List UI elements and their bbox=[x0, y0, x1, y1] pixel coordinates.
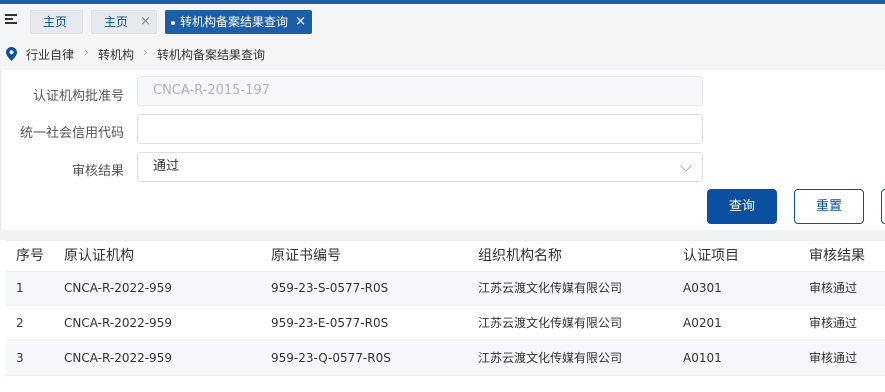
tab-label: 主页 bbox=[104, 15, 129, 29]
close-icon[interactable]: × bbox=[295, 11, 306, 33]
table-cell: A0201 bbox=[683, 316, 722, 330]
table-cell: 江苏云渡文化传媒有限公司 bbox=[478, 351, 623, 365]
approval-number-field: CNCA-R-2015-197 bbox=[137, 76, 703, 106]
approval-number-label: 认证机构批准号 bbox=[32, 89, 124, 104]
tab-label: 主页 bbox=[43, 15, 68, 29]
table-cell: 959-23-S-0577-R0S bbox=[271, 281, 389, 295]
table-row[interactable]: 3 CNCA-R-2022-959 959-23-Q-0577-R0S 江苏云渡… bbox=[6, 342, 885, 376]
table-cell: 审核通过 bbox=[809, 351, 858, 365]
tab-home-2[interactable]: 主页 × bbox=[91, 10, 157, 34]
breadcrumb-item[interactable]: 行业自律 bbox=[26, 46, 74, 63]
table-cell: A0301 bbox=[683, 281, 722, 295]
review-result-value: 通过 bbox=[153, 159, 180, 174]
table-cell: 959-23-E-0577-R0S bbox=[271, 316, 389, 330]
table-cell: 江苏云渡文化传媒有限公司 bbox=[478, 316, 623, 330]
table-cell: 2 bbox=[16, 316, 24, 330]
breadcrumb-item[interactable]: 转机构 bbox=[98, 46, 134, 63]
table-cell: 1 bbox=[16, 281, 24, 295]
review-result-select[interactable]: 通过 bbox=[137, 152, 703, 182]
table-cell: CNCA-R-2022-959 bbox=[64, 316, 172, 330]
table-cell: A0101 bbox=[683, 351, 722, 365]
column-header: 认证项目 bbox=[683, 248, 739, 264]
location-pin-icon bbox=[6, 47, 17, 61]
extra-button[interactable] bbox=[881, 189, 885, 224]
table-cell: CNCA-R-2022-959 bbox=[64, 351, 172, 365]
review-result-label: 审核结果 bbox=[71, 164, 124, 179]
table-row[interactable]: 1 CNCA-R-2022-959 959-23-S-0577-R0S 江苏云渡… bbox=[6, 272, 885, 306]
column-header: 序号 bbox=[16, 248, 44, 264]
chevron-right-icon: › bbox=[143, 45, 148, 59]
table-header: 序号 原认证机构 原证书编号 组织机构名称 认证项目 审核结果 bbox=[6, 240, 885, 272]
query-button[interactable]: 查询 bbox=[707, 189, 777, 224]
credit-code-input[interactable] bbox=[137, 114, 703, 144]
column-header: 原证书编号 bbox=[271, 248, 341, 264]
tab-transfer-query[interactable]: 转机构备案结果查询 × bbox=[165, 10, 312, 34]
active-dot-icon bbox=[171, 21, 175, 25]
tab-home-1[interactable]: 主页 bbox=[30, 10, 83, 34]
table-cell: CNCA-R-2022-959 bbox=[64, 281, 172, 295]
column-header: 原认证机构 bbox=[64, 248, 134, 264]
tab-label: 转机构备案结果查询 bbox=[180, 15, 289, 29]
column-header: 审核结果 bbox=[809, 248, 865, 264]
table-cell: 审核通过 bbox=[809, 281, 858, 295]
breadcrumb: 行业自律 › 转机构 › 转机构备案结果查询 bbox=[0, 38, 885, 70]
chevron-down-icon bbox=[680, 160, 692, 172]
tabs-bar: 主页 主页 × 转机构备案结果查询 × bbox=[0, 4, 885, 38]
credit-code-label: 统一社会信用代码 bbox=[19, 126, 124, 141]
table-cell: 审核通过 bbox=[809, 316, 858, 330]
section-divider bbox=[0, 230, 885, 240]
table-cell: 江苏云渡文化传媒有限公司 bbox=[478, 281, 623, 295]
close-icon[interactable]: × bbox=[140, 11, 151, 33]
table-cell: 959-23-Q-0577-R0S bbox=[271, 351, 391, 365]
column-header: 组织机构名称 bbox=[478, 248, 562, 264]
breadcrumb-item: 转机构备案结果查询 bbox=[157, 48, 266, 62]
table-row[interactable]: 2 CNCA-R-2022-959 959-23-E-0577-R0S 江苏云渡… bbox=[6, 307, 885, 341]
search-form: 认证机构批准号 CNCA-R-2015-197 统一社会信用代码 审核结果 通过… bbox=[0, 70, 885, 230]
reset-button[interactable]: 重置 bbox=[794, 189, 864, 224]
table-cell: 3 bbox=[16, 351, 24, 365]
menu-toggle-icon[interactable] bbox=[5, 14, 17, 26]
chevron-right-icon: › bbox=[84, 45, 89, 59]
